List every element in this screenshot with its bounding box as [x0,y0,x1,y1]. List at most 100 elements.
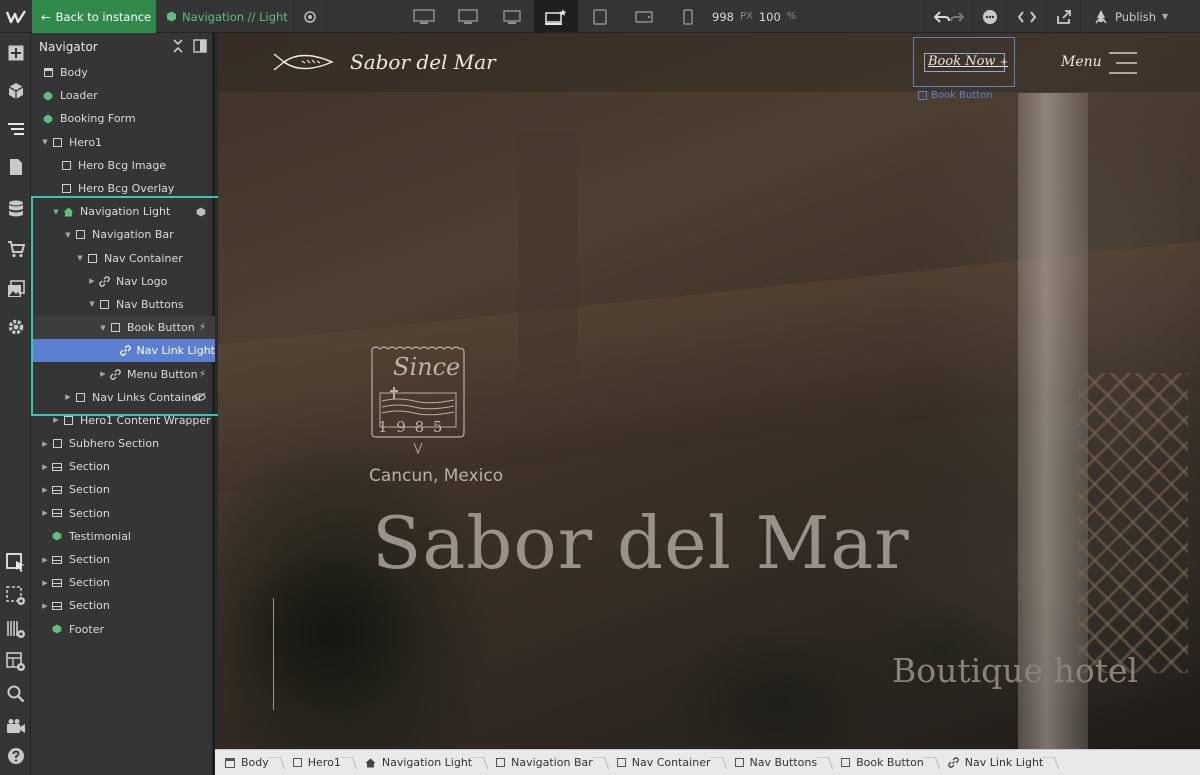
caret-down-icon[interactable]: ▼ [51,208,61,216]
book-now-link[interactable]: Book Now + [928,54,1008,69]
caret-right-icon[interactable]: ▶ [40,440,50,448]
caret-right-icon[interactable]: ▶ [87,277,97,285]
code-export-button[interactable] [1006,0,1046,33]
redo-icon[interactable] [949,11,964,23]
tree-item-body[interactable]: Body [31,61,215,84]
tree-item-hero1[interactable]: ▼ Hero1 [31,131,215,154]
breakpoint-desktop-wide[interactable] [446,0,490,33]
breadcrumb-navigation-light[interactable]: Navigation Light [355,750,486,775]
tree-item-nav-buttons[interactable]: ▼ Nav Buttons [31,293,215,316]
caret-down-icon[interactable]: ▼ [40,138,50,146]
tree-item-nav-logo[interactable]: ▶ Nav Logo [31,270,215,293]
tree-item-section[interactable]: ▶ Section [31,502,215,525]
add-elements-button[interactable] [0,38,31,68]
tree-item-section[interactable]: ▶ Section [31,594,215,617]
tree-item-hero-bcg-image[interactable]: Hero Bcg Image [31,154,215,177]
settings-button[interactable] [0,312,31,342]
hero-location: Cancun, Mexico [369,466,504,486]
tree-item-loader[interactable]: Loader [31,84,215,107]
caret-right-icon[interactable]: ▶ [40,486,50,494]
components-button[interactable] [0,76,31,106]
assets-button[interactable] [0,274,31,304]
tree-item-section[interactable]: ▶ Section [31,571,215,594]
tree-item-footer[interactable]: Footer [31,618,215,641]
caret-right-icon[interactable]: ▶ [40,463,50,471]
dock-panel-icon[interactable] [193,39,207,53]
site-logo-text[interactable]: Sabor del Mar [350,50,496,74]
navigator-tree: Body Loader Booking Form ▼ Hero1 Hero Bc… [31,61,215,641]
breadcrumb-navigation-bar[interactable]: Navigation Bar [486,750,607,775]
interaction-bolt-icon[interactable]: ⚡ [199,369,206,380]
component-breadcrumb[interactable]: Navigation // Light [160,0,288,33]
tree-item-navigation-bar[interactable]: ▼ Navigation Bar [31,223,215,246]
help-button[interactable] [0,741,31,771]
design-canvas[interactable]: Sabor del Mar Book Now + Book Button Men… [218,33,1200,749]
caret-right-icon[interactable]: ▶ [40,602,50,610]
cms-button[interactable] [0,194,31,224]
publish-button[interactable]: Publish ▼ [1080,0,1180,33]
video-tutorials-button[interactable] [0,711,31,741]
tree-item-book-button[interactable]: ▼ Book Button ⚡ [31,316,215,340]
back-to-instance-button[interactable]: ← Back to instance [32,0,156,33]
caret-down-icon[interactable]: ▼ [98,324,108,332]
caret-right-icon[interactable]: ▶ [51,416,61,424]
tree-item-subhero-section[interactable]: ▶ Subhero Section [31,432,215,455]
breadcrumb-nav-buttons[interactable]: Nav Buttons [725,750,832,775]
tree-item-section[interactable]: ▶ Section [31,455,215,478]
tree-item-nav-links-container[interactable]: ▶ Nav Links Container [31,386,215,409]
tree-item-testimonial[interactable]: Testimonial [31,525,215,548]
tree-item-nav-container[interactable]: ▼ Nav Container [31,247,215,270]
breadcrumb-nav-container[interactable]: Nav Container [607,750,725,775]
breakpoint-large-desktop[interactable] [402,0,446,33]
breadcrumb-nav-link-light[interactable]: Nav Link Light [938,750,1057,775]
navigator-button[interactable] [0,114,31,144]
tree-item-section[interactable]: ▶ Section [31,548,215,571]
tree-item-hero-bcg-overlay[interactable]: Hero Bcg Overlay [31,177,215,200]
breakpoint-tablet[interactable] [578,0,622,33]
caret-down-icon[interactable]: ▼ [87,300,97,308]
interaction-bolt-icon[interactable]: ⚡ [199,322,206,333]
tree-item-menu-button[interactable]: ▶ Menu Button ⚡ [31,362,215,385]
breadcrumb-body[interactable]: Body [215,750,283,775]
tree-item-nav-link-light[interactable]: Nav Link Light [31,339,215,363]
top-toolbar: ← Back to instance Navigation // Light 9… [0,0,1200,33]
component-settings-icon[interactable] [196,207,206,217]
menu-button-label[interactable]: Menu [1061,54,1102,70]
caret-down-icon[interactable]: ▼ [75,254,85,262]
caret-right-icon[interactable]: ▶ [40,509,50,517]
collapse-all-icon[interactable] [171,39,185,53]
canvas-size-readout[interactable]: 998 PX 100 % [712,0,796,33]
caret-right-icon[interactable]: ▶ [98,370,108,378]
undo-icon[interactable] [933,10,950,23]
fish-logo-icon[interactable] [272,51,336,73]
breadcrumb-hero1[interactable]: Hero1 [283,750,355,775]
breakpoint-mobile-landscape[interactable] [622,0,666,33]
caret-down-icon[interactable]: ▼ [63,231,73,239]
hidden-eye-icon[interactable] [194,392,206,402]
pages-button[interactable] [0,152,31,182]
box-icon [85,252,99,264]
share-button[interactable] [1046,0,1080,33]
breakpoint-mobile-portrait[interactable] [666,0,710,33]
show-element-edges-button[interactable] [0,581,31,611]
tree-item-booking-form[interactable]: Booking Form [31,107,215,130]
tree-item-hero1-content-wrapper[interactable]: ▶ Hero1 Content Wrapper [31,409,215,432]
ecommerce-button[interactable] [0,234,31,264]
caret-right-icon[interactable]: ▶ [40,579,50,587]
show-grid-button[interactable] [0,614,31,644]
tree-item-section[interactable]: ▶ Section [31,478,215,501]
caret-right-icon[interactable]: ▶ [63,393,73,401]
webflow-logo-icon[interactable] [0,0,32,33]
breakpoint-desktop-small[interactable] [490,0,534,33]
breakpoint-desktop-base[interactable] [534,0,578,33]
preview-eye-button[interactable] [293,0,327,33]
select-tool-button[interactable] [0,548,31,578]
hamburger-menu-icon[interactable] [1108,51,1138,75]
caret-right-icon[interactable]: ▶ [40,556,50,564]
breadcrumb-book-button[interactable]: Book Button [831,750,938,775]
comments-button[interactable] [972,0,1006,33]
section-icon [50,507,64,519]
search-button[interactable] [0,679,31,709]
x-ray-button[interactable] [0,647,31,677]
tree-item-navigation-light[interactable]: ▼ Navigation Light [31,200,215,223]
